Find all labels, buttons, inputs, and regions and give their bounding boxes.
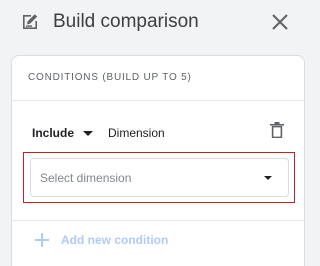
dropdown-arrow-icon — [264, 176, 272, 180]
divider — [12, 100, 304, 101]
chevron-down-icon — [83, 131, 94, 136]
plus-icon — [35, 233, 49, 247]
add-new-condition-button[interactable]: Add new condition — [35, 233, 168, 247]
include-label: Include — [32, 126, 75, 140]
build-comparison-panel: Build comparison CONDITIONS (BUILD UP TO… — [0, 0, 314, 266]
close-icon[interactable] — [270, 12, 290, 32]
trash-icon[interactable] — [269, 121, 285, 139]
dimension-label: Dimension — [108, 126, 165, 140]
conditions-section-title: CONDITIONS (BUILD UP TO 5) — [28, 72, 192, 83]
dimension-select[interactable]: Select dimension — [30, 158, 289, 197]
panel-title: Build comparison — [53, 11, 199, 32]
add-new-condition-label: Add new condition — [61, 233, 169, 247]
divider — [12, 220, 304, 221]
conditions-card: CONDITIONS (BUILD UP TO 5) Include Dimen… — [11, 55, 305, 266]
edit-square-icon — [23, 14, 38, 29]
panel-header: Build comparison — [0, 0, 314, 46]
dimension-select-error-outline: Select dimension — [23, 152, 295, 203]
include-exclude-dropdown[interactable]: Include — [32, 126, 94, 140]
dimension-select-placeholder: Select dimension — [40, 171, 132, 185]
